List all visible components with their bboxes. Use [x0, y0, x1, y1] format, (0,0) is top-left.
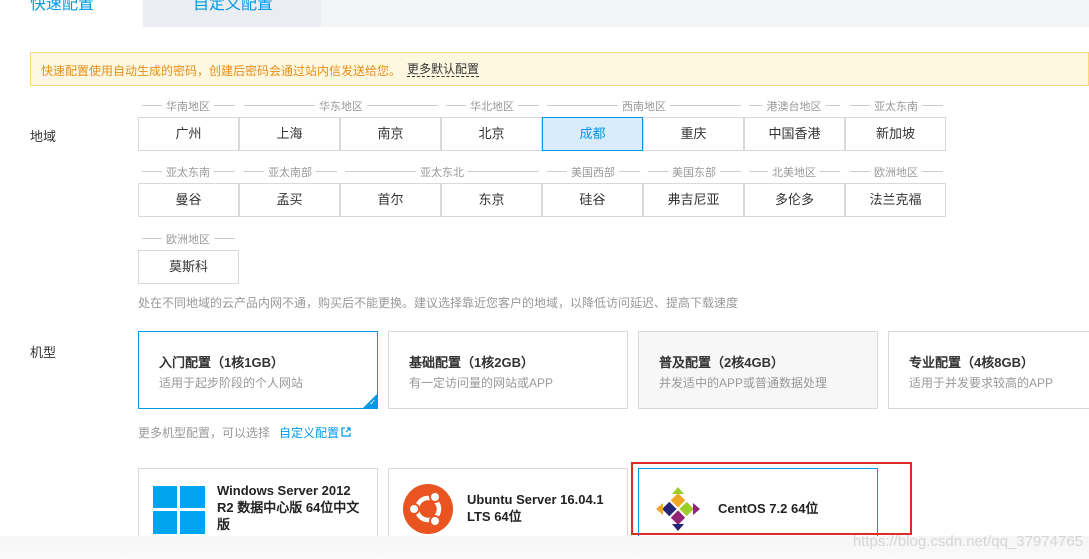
- card-subtitle: 适用于并发要求较高的APP: [909, 376, 1054, 390]
- watermark: https://blog.csdn.net/qq_37974765: [852, 533, 1083, 550]
- machine-label: 机型: [30, 345, 57, 360]
- region-group: 华南地区: [142, 98, 235, 114]
- custom-config-link[interactable]: 自定义配置: [279, 424, 351, 441]
- os-card-windows[interactable]: Windows Server 2012 R2 数据中心版 64位中文 版: [138, 468, 378, 540]
- region-group: 西南地区: [547, 98, 741, 114]
- tab-custom-label: 自定义配置: [193, 0, 274, 13]
- machine-card-pro[interactable]: 专业配置（4核8GB） 适用于并发要求较高的APP: [888, 331, 1089, 409]
- card-title: 入门配置（1核1GB）: [159, 355, 284, 370]
- region-group: 港澳台地区: [749, 98, 840, 114]
- region-group: 欧洲地区: [850, 164, 943, 180]
- region-chongqing[interactable]: 重庆: [643, 117, 744, 151]
- highlight-box: [631, 462, 912, 535]
- tab-bar: 快速配置 自定义配置: [0, 0, 1089, 27]
- region-group: 亚太东南: [850, 98, 943, 114]
- machine-card-standard[interactable]: 普及配置（2核4GB） 并发适中的APP或普通数据处理: [638, 331, 878, 409]
- custom-config-link-label: 自定义配置: [279, 426, 340, 440]
- card-subtitle: 并发适中的APP或普通数据处理: [659, 376, 828, 390]
- region-group: 亚太东南: [142, 164, 235, 180]
- region-group: 华东地区: [244, 98, 438, 114]
- region-toronto[interactable]: 多伦多: [744, 183, 845, 217]
- region-group: 北美地区: [749, 164, 840, 180]
- os-card-ubuntu[interactable]: Ubuntu Server 16.04.1 LTS 64位: [388, 468, 628, 540]
- check-icon: ✓: [369, 398, 376, 407]
- region-frankfurt[interactable]: 法兰克福: [845, 183, 946, 217]
- tab-quick-label: 快速配置: [30, 0, 95, 13]
- region-beijing[interactable]: 北京: [441, 117, 542, 151]
- region-group: 美国东部: [648, 164, 741, 180]
- machine-card-starter[interactable]: 入门配置（1核1GB） 适用于起步阶段的个人网站 ✓: [138, 331, 378, 409]
- region-label: 地域: [30, 129, 57, 144]
- region-virginia[interactable]: 弗吉尼亚: [643, 183, 744, 217]
- os-name-windows: Windows Server 2012 R2 数据中心版 64位中文 版: [217, 483, 360, 532]
- region-group: 亚太东北: [345, 164, 539, 180]
- region-hint: 处在不同地域的云产品内网不通，购买后不能更换。建议选择靠近您客户的地域，以降低访…: [138, 296, 739, 310]
- card-title: 专业配置（4核8GB）: [909, 355, 1034, 370]
- region-nanjing[interactable]: 南京: [340, 117, 441, 151]
- machine-card-basic[interactable]: 基础配置（1核2GB） 有一定访问量的网站或APP: [388, 331, 628, 409]
- card-title: 普及配置（2核4GB）: [659, 355, 784, 370]
- region-group: 欧洲地区: [142, 231, 235, 247]
- card-subtitle: 适用于起步阶段的个人网站: [159, 376, 304, 390]
- region-mumbai[interactable]: 孟买: [239, 183, 340, 217]
- region-seoul[interactable]: 首尔: [340, 183, 441, 217]
- region-bangkok[interactable]: 曼谷: [138, 183, 239, 217]
- notice-text: 快速配置使用自动生成的密码，创建后密码会通过站内信发送给您。: [41, 64, 402, 78]
- region-group: 华北地区: [446, 98, 539, 114]
- region-shanghai[interactable]: 上海: [239, 117, 340, 151]
- region-hongkong[interactable]: 中国香港: [744, 117, 845, 151]
- region-moscow[interactable]: 莫斯科: [138, 250, 239, 284]
- card-subtitle: 有一定访问量的网站或APP: [409, 376, 554, 390]
- more-defaults-link[interactable]: 更多默认配置: [407, 62, 480, 77]
- card-title: 基础配置（1核2GB）: [409, 355, 534, 370]
- region-group: 美国西部: [547, 164, 640, 180]
- external-link-icon: [341, 427, 351, 437]
- region-singapore[interactable]: 新加坡: [845, 117, 946, 151]
- region-tokyo[interactable]: 东京: [441, 183, 542, 217]
- region-guangzhou[interactable]: 广州: [138, 117, 239, 151]
- tab-custom-config[interactable]: 自定义配置: [143, 0, 321, 27]
- ubuntu-logo-icon: [403, 484, 453, 534]
- windows-logo-icon: [153, 486, 205, 534]
- os-name-ubuntu: Ubuntu Server 16.04.1 LTS 64位: [467, 492, 604, 524]
- region-group: 亚太南部: [244, 164, 337, 180]
- more-machine-text: 更多机型配置，可以选择: [138, 426, 271, 440]
- region-silicon-valley[interactable]: 硅谷: [542, 183, 643, 217]
- region-chengdu[interactable]: 成都: [542, 117, 643, 151]
- tab-quick-config[interactable]: 快速配置: [0, 0, 143, 27]
- notice-bar: 快速配置使用自动生成的密码，创建后密码会通过站内信发送给您。 更多默认配置: [30, 52, 1089, 86]
